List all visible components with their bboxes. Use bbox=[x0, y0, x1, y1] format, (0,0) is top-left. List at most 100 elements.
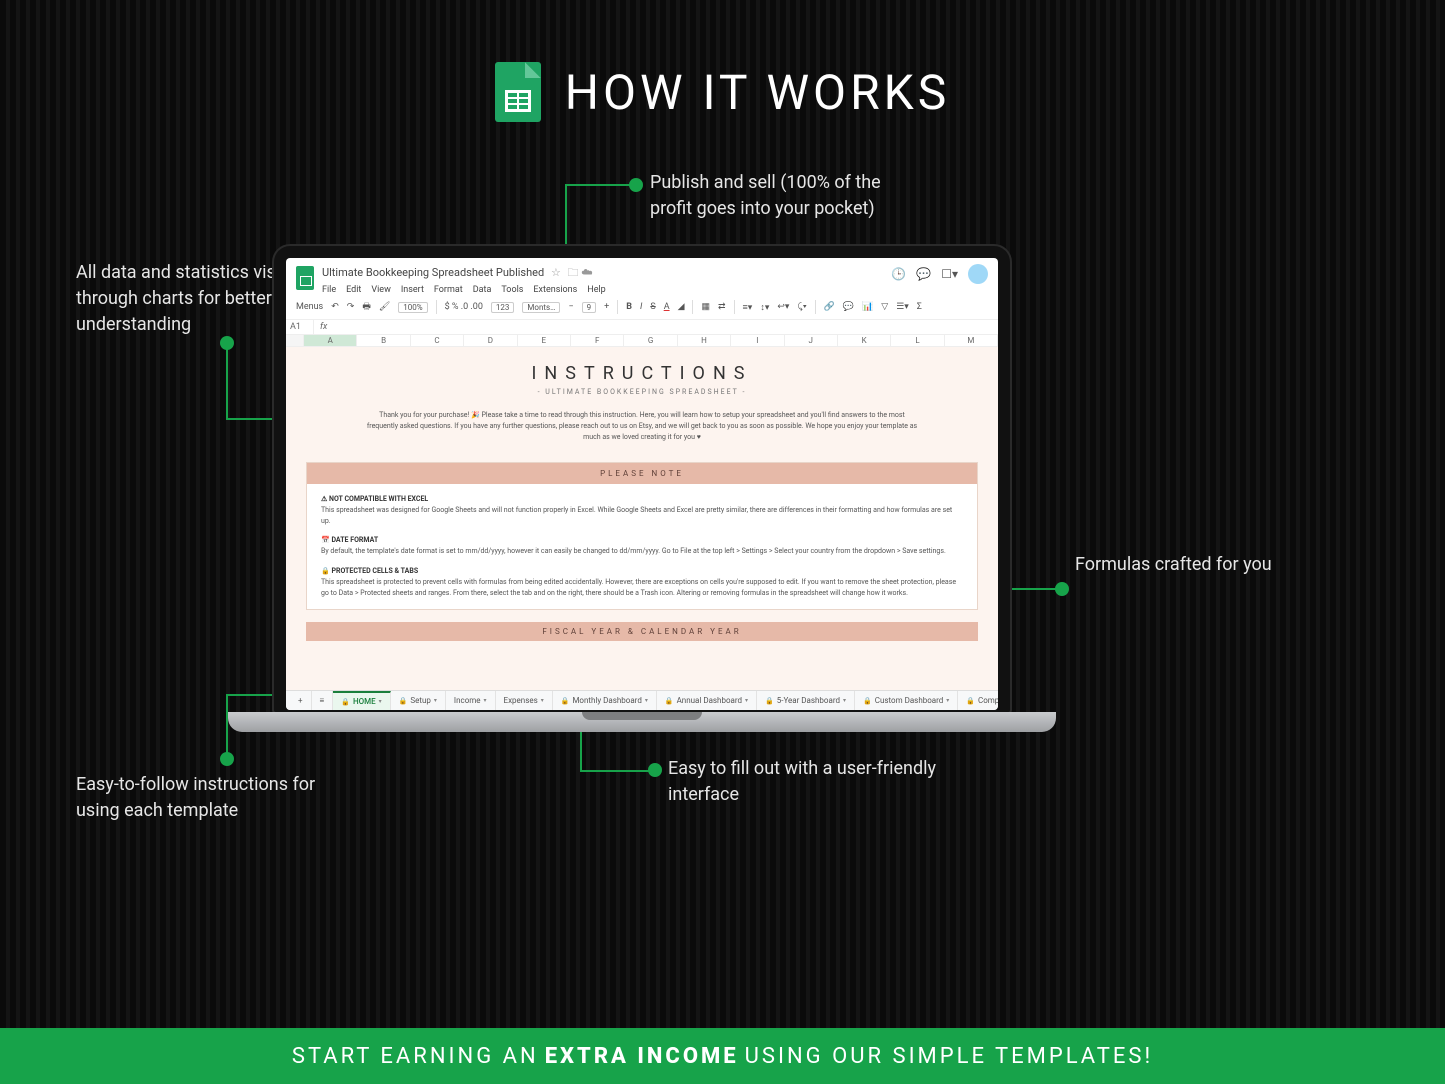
functions-icon[interactable]: Σ bbox=[917, 302, 922, 312]
tab-home[interactable]: 🔒HOME▾ bbox=[333, 691, 390, 710]
tab-add[interactable]: + bbox=[290, 691, 312, 710]
tab-5year[interactable]: 🔒5-Year Dashboard▾ bbox=[757, 691, 855, 710]
zoom-select[interactable]: 100% bbox=[398, 302, 427, 313]
footer-pre: START EARNING AN bbox=[292, 1044, 539, 1069]
tab-custom[interactable]: 🔒Custom Dashboard▾ bbox=[855, 691, 958, 710]
menu-data[interactable]: Data bbox=[473, 285, 492, 295]
doc-name[interactable]: Ultimate Bookkeeping Spreadsheet Publish… bbox=[322, 264, 883, 283]
menu-file[interactable]: File bbox=[322, 285, 336, 295]
col-m[interactable]: M bbox=[945, 335, 998, 346]
col-b[interactable]: B bbox=[357, 335, 410, 346]
col-i[interactable]: I bbox=[731, 335, 784, 346]
column-headers: A B C D E F G H I J K L M bbox=[286, 335, 998, 347]
history-icon[interactable]: 🕒 bbox=[891, 267, 906, 281]
menu-help[interactable]: Help bbox=[587, 285, 605, 295]
menu-format[interactable]: Format bbox=[434, 285, 463, 295]
menubar: File Edit View Insert Format Data Tools … bbox=[322, 285, 883, 295]
sheet-tabs: + ≡ 🔒HOME▾ 🔒Setup▾ Income▾ Expenses▾ 🔒Mo… bbox=[286, 690, 998, 710]
menu-edit[interactable]: Edit bbox=[346, 285, 361, 295]
formula-bar[interactable]: A1 fx bbox=[286, 320, 998, 335]
toolbar-menus-label: Menus bbox=[296, 302, 323, 312]
col-l[interactable]: L bbox=[891, 335, 944, 346]
number-format[interactable]: 123 bbox=[491, 302, 515, 313]
borders-icon[interactable]: ▦ bbox=[701, 302, 710, 312]
rotate-icon[interactable]: ⤹▾ bbox=[797, 302, 806, 312]
paint-icon[interactable]: 🖌 bbox=[379, 302, 390, 312]
chart-icon[interactable]: 📊 bbox=[862, 302, 873, 312]
col-k[interactable]: K bbox=[838, 335, 891, 346]
fiscal-year-header: FISCAL YEAR & CALENDAR YEAR bbox=[306, 622, 978, 641]
redo-icon[interactable]: ↷ bbox=[347, 302, 355, 312]
share-icon[interactable]: ☐▾ bbox=[941, 267, 958, 281]
bold-icon[interactable]: B bbox=[626, 302, 632, 312]
col-d[interactable]: D bbox=[464, 335, 517, 346]
footer-post: USING OUR SIMPLE TEMPLATES! bbox=[745, 1044, 1153, 1069]
currency-tools[interactable]: $ % .0 .00 bbox=[445, 302, 483, 312]
font-size[interactable]: 9 bbox=[582, 302, 597, 313]
avatar[interactable] bbox=[968, 264, 988, 284]
tab-setup[interactable]: 🔒Setup▾ bbox=[391, 691, 446, 710]
note-s2-title: 📅 DATE FORMAT bbox=[321, 535, 963, 546]
footer-bold: EXTRA INCOME bbox=[545, 1044, 739, 1069]
col-e[interactable]: E bbox=[518, 335, 571, 346]
halign-icon[interactable]: ≡▾ bbox=[743, 302, 753, 313]
col-h[interactable]: H bbox=[678, 335, 731, 346]
instructions-subtitle: - ULTIMATE BOOKKEEPING SPREADSHEET - bbox=[326, 388, 958, 396]
print-icon[interactable]: 🖶 bbox=[362, 299, 371, 315]
font-select[interactable]: Monts… bbox=[522, 302, 560, 313]
tab-expenses[interactable]: Expenses▾ bbox=[496, 691, 553, 710]
menu-tools[interactable]: Tools bbox=[501, 285, 523, 295]
footer-banner: START EARNING AN EXTRA INCOME USING OUR … bbox=[0, 1028, 1445, 1084]
fillcolor-icon[interactable]: ◢ bbox=[678, 302, 685, 312]
star-icon[interactable]: ☆ bbox=[551, 266, 561, 279]
textcolor-icon[interactable]: A bbox=[664, 302, 670, 312]
note-s3-body: This spreadsheet is protected to prevent… bbox=[321, 577, 963, 599]
col-c[interactable]: C bbox=[411, 335, 464, 346]
note-header: PLEASE NOTE bbox=[307, 463, 977, 484]
folder-icon[interactable]: 🗀 bbox=[568, 266, 579, 279]
instructions-intro: Thank you for your purchase! 🎉 Please ta… bbox=[326, 410, 958, 444]
italic-icon[interactable]: I bbox=[640, 302, 642, 312]
note-s2-body: By default, the template's date format i… bbox=[321, 546, 963, 557]
note-s1-body: This spreadsheet was designed for Google… bbox=[321, 505, 963, 527]
cloud-icon[interactable]: ☁ bbox=[581, 266, 592, 279]
col-j[interactable]: J bbox=[785, 335, 838, 346]
wrap-icon[interactable]: ↩▾ bbox=[777, 302, 789, 312]
laptop-screen: Ultimate Bookkeeping Spreadsheet Publish… bbox=[286, 258, 998, 710]
connector-line bbox=[565, 184, 631, 186]
strike-icon[interactable]: S bbox=[650, 302, 655, 312]
tab-annual[interactable]: 🔒Annual Dashboard▾ bbox=[657, 691, 757, 710]
callout-friendly: Easy to fill out with a user-friendly in… bbox=[668, 756, 948, 808]
connector-dot bbox=[629, 178, 643, 192]
menu-insert[interactable]: Insert bbox=[401, 285, 424, 295]
note-s3-title: 🔒 PROTECTED CELLS & TABS bbox=[321, 566, 963, 577]
comments-icon[interactable]: 💬 bbox=[916, 267, 931, 281]
tab-list[interactable]: ≡ bbox=[312, 691, 334, 710]
callout-instructions: Easy-to-follow instructions for using ea… bbox=[76, 772, 336, 824]
comment-icon[interactable]: 💬 bbox=[843, 302, 854, 312]
callout-formulas: Formulas crafted for you bbox=[1075, 552, 1272, 578]
col-f[interactable]: F bbox=[571, 335, 624, 346]
tab-comparison[interactable]: 🔒Comparison Dashboa bbox=[958, 691, 998, 710]
filter-icon[interactable]: ▽ bbox=[881, 302, 888, 312]
menu-view[interactable]: View bbox=[371, 285, 390, 295]
undo-icon[interactable]: ↶ bbox=[331, 302, 339, 312]
connector-dot bbox=[220, 752, 234, 766]
menu-extensions[interactable]: Extensions bbox=[533, 285, 577, 295]
tab-monthly[interactable]: 🔒Monthly Dashboard▾ bbox=[553, 691, 657, 710]
google-sheets-icon bbox=[495, 62, 541, 122]
col-g[interactable]: G bbox=[624, 335, 677, 346]
link-icon[interactable]: 🔗 bbox=[824, 302, 835, 312]
filterviews-icon[interactable]: ☰▾ bbox=[896, 302, 909, 312]
page-title: HOW IT WORKS bbox=[565, 64, 951, 121]
name-box[interactable]: A1 bbox=[286, 320, 314, 334]
hero: HOW IT WORKS bbox=[0, 62, 1445, 122]
merge-icon[interactable]: ⇄ bbox=[718, 302, 726, 312]
connector-line bbox=[580, 770, 650, 772]
fx-icon: fx bbox=[314, 320, 333, 334]
note-s1-title: ⚠ NOT COMPATIBLE WITH EXCEL bbox=[321, 494, 963, 505]
col-a[interactable]: A bbox=[304, 335, 357, 346]
connector-line bbox=[226, 342, 228, 420]
tab-income[interactable]: Income▾ bbox=[446, 691, 496, 710]
valign-icon[interactable]: ↕▾ bbox=[760, 302, 769, 313]
